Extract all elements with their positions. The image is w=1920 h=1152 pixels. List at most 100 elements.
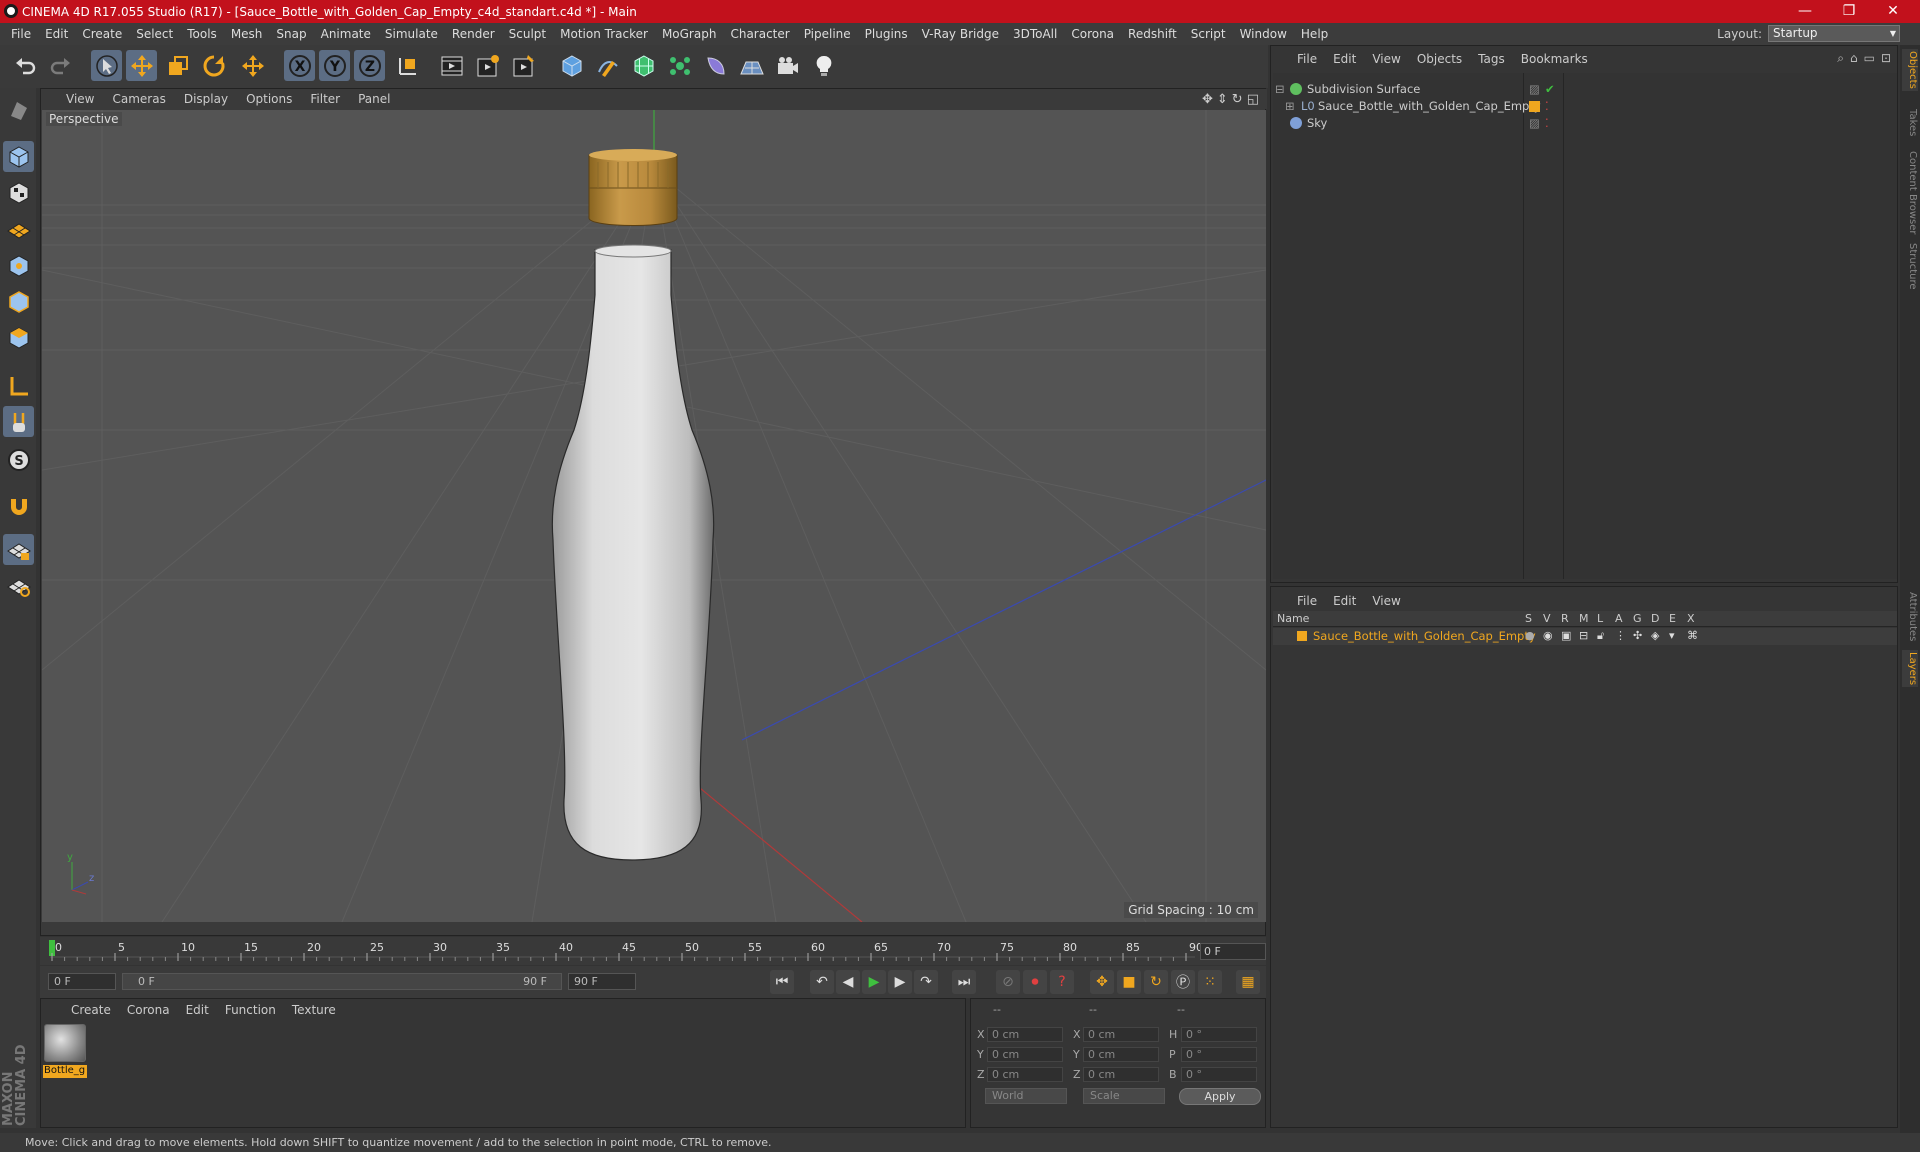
coord-mode-dropdown[interactable]: World [985, 1088, 1067, 1104]
tree-row-sauce-bottle[interactable]: ⊞ L0 Sauce_Bottle_with_Golden_Cap_Empty … [1273, 97, 1897, 115]
viewport-menu-panel[interactable]: Panel [349, 92, 399, 106]
solo-icon[interactable]: S [3, 444, 34, 475]
go-to-end-icon[interactable]: ⏭ [952, 970, 976, 994]
key-scale-icon[interactable]: ■ [1117, 970, 1141, 994]
viewport-menu-filter[interactable]: Filter [301, 92, 349, 106]
maximize-button[interactable]: ❐ [1827, 0, 1871, 23]
record-keys-icon[interactable]: ⊘ [996, 970, 1020, 994]
frame-range-slider[interactable]: 0 F 90 F [122, 973, 562, 990]
pen-icon[interactable] [592, 50, 623, 81]
y-axis-icon[interactable]: Y [319, 50, 350, 81]
auto-keying-icon[interactable]: ⏺ [1023, 970, 1047, 994]
layer-menu-file[interactable]: File [1289, 594, 1325, 608]
render-view-icon[interactable] [436, 50, 467, 81]
key-parameter-icon[interactable]: Ⓟ [1171, 970, 1195, 994]
menu-select[interactable]: Select [129, 27, 180, 41]
enabled-check-icon[interactable]: ✔ [1545, 80, 1555, 98]
menu-simulate[interactable]: Simulate [378, 27, 445, 41]
model-mode-icon[interactable] [3, 141, 34, 172]
animation-toggle-icon[interactable]: ⋮ [1615, 629, 1626, 642]
points-mode-icon[interactable] [3, 250, 34, 281]
camera-icon[interactable] [772, 50, 803, 81]
visibility-toggle-icon[interactable]: ▨ [1529, 80, 1540, 98]
close-button[interactable]: ✕ [1871, 0, 1915, 23]
tab-objects[interactable]: Objects [1902, 49, 1918, 91]
layer-row[interactable]: Sauce_Bottle_with_Golden_Cap_Empty ● ◉ ▣… [1273, 628, 1897, 645]
menu-corona[interactable]: Corona [1064, 27, 1121, 41]
rotation-b-field[interactable]: 0 ° [1181, 1067, 1257, 1082]
timeline-window-icon[interactable]: ▦ [1236, 970, 1260, 994]
subdivision-icon[interactable] [628, 50, 659, 81]
tree-row-subdivision-surface[interactable]: ⊟ Subdivision Surface ▨ ✔ [1273, 80, 1897, 98]
current-frame-field[interactable]: 0 F [1200, 943, 1266, 960]
menu-file[interactable]: File [4, 27, 38, 41]
layer-color-swatch[interactable] [1297, 631, 1307, 641]
manager-toggle-icon[interactable]: ⊟ [1579, 629, 1588, 642]
move-icon[interactable] [126, 50, 157, 81]
layer-color-tag[interactable] [1529, 101, 1540, 112]
coordinate-system-icon[interactable] [392, 50, 423, 81]
prev-frame-icon[interactable]: ◀ [836, 970, 860, 994]
play-icon[interactable]: ▶ [862, 970, 886, 994]
cloner-icon[interactable] [664, 50, 695, 81]
size-x-field[interactable]: 0 cm [1083, 1027, 1159, 1042]
apply-button[interactable]: Apply [1179, 1088, 1261, 1105]
menu-pipeline[interactable]: Pipeline [797, 27, 858, 41]
render-toggle-icon[interactable]: ▣ [1561, 629, 1571, 642]
viewport-canvas[interactable]: y z Perspective Grid Spacing : 10 cm [42, 110, 1266, 922]
view-toggle-icon[interactable]: ◉ [1543, 629, 1553, 642]
tab-structure[interactable]: Structure [1902, 241, 1918, 292]
collapse-icon[interactable]: ⊟ [1275, 80, 1285, 98]
make-editable-icon[interactable] [3, 94, 34, 125]
visibility-dots-icon[interactable]: ⁚ [1545, 114, 1549, 132]
key-position-icon[interactable]: ✥ [1090, 970, 1114, 994]
material-menu-function[interactable]: Function [217, 1003, 284, 1017]
object-menu-tags[interactable]: Tags [1470, 52, 1513, 66]
polygons-mode-icon[interactable] [3, 322, 34, 353]
menu-create[interactable]: Create [75, 27, 129, 41]
solo-toggle-icon[interactable]: ● [1525, 629, 1535, 642]
material-menu-corona[interactable]: Corona [119, 1003, 178, 1017]
menu-redshift[interactable]: Redshift [1121, 27, 1184, 41]
key-rotation-icon[interactable]: ↻ [1144, 970, 1168, 994]
end-frame-field[interactable]: 90 F [568, 973, 636, 990]
deformers-toggle-icon[interactable]: ◈ [1651, 629, 1659, 642]
start-frame-field[interactable]: 0 F [48, 973, 116, 990]
tree-row-sky[interactable]: Sky ▨ ⁚ [1273, 114, 1897, 132]
floor-icon[interactable] [736, 50, 767, 81]
axis-mode-icon[interactable] [3, 370, 34, 401]
viewport-menu-cameras[interactable]: Cameras [103, 92, 174, 106]
x-axis-icon[interactable]: X [284, 50, 315, 81]
visibility-dots-icon[interactable]: ⁚ [1545, 97, 1549, 115]
menu-sculpt[interactable]: Sculpt [502, 27, 553, 41]
viewport-menu-options[interactable]: Options [237, 92, 301, 106]
z-axis-icon[interactable]: Z [354, 50, 385, 81]
undo-icon[interactable] [10, 50, 41, 81]
size-y-field[interactable]: 0 cm [1083, 1047, 1159, 1062]
tab-attributes[interactable]: Attributes [1902, 590, 1918, 643]
xref-toggle-icon[interactable]: ⌘ [1687, 629, 1698, 642]
rotate-icon[interactable] [198, 50, 229, 81]
lock-toggle-icon[interactable]: 🔓︎ [1597, 629, 1604, 643]
rotation-p-field[interactable]: 0 ° [1181, 1047, 1257, 1062]
new-window-icon[interactable]: ▭ [1864, 51, 1875, 66]
layer-menu-edit[interactable]: Edit [1325, 594, 1364, 608]
search-icon[interactable]: ⌕ [1837, 51, 1844, 66]
menu-plugins[interactable]: Plugins [858, 27, 915, 41]
layout-select[interactable]: Startup [1768, 25, 1900, 42]
redo-icon[interactable] [44, 50, 75, 81]
object-menu-file[interactable]: File [1289, 52, 1325, 66]
next-frame-icon[interactable]: ▶ [888, 970, 912, 994]
menu-3dtoall[interactable]: 3DToAll [1006, 27, 1064, 41]
menu-edit[interactable]: Edit [38, 27, 75, 41]
edit-render-settings-icon[interactable] [508, 50, 539, 81]
material-name-label[interactable]: Bottle_g [43, 1065, 87, 1078]
viewport-menu-display[interactable]: Display [175, 92, 237, 106]
snap-icon[interactable] [3, 491, 34, 522]
workplane-icon[interactable] [3, 213, 34, 244]
menu-vray-bridge[interactable]: V-Ray Bridge [915, 27, 1006, 41]
prev-keyframe-icon[interactable]: ↶ [810, 970, 834, 994]
expressions-toggle-icon[interactable]: ▾ [1669, 629, 1675, 642]
menu-render[interactable]: Render [445, 27, 502, 41]
menu-script[interactable]: Script [1184, 27, 1233, 41]
